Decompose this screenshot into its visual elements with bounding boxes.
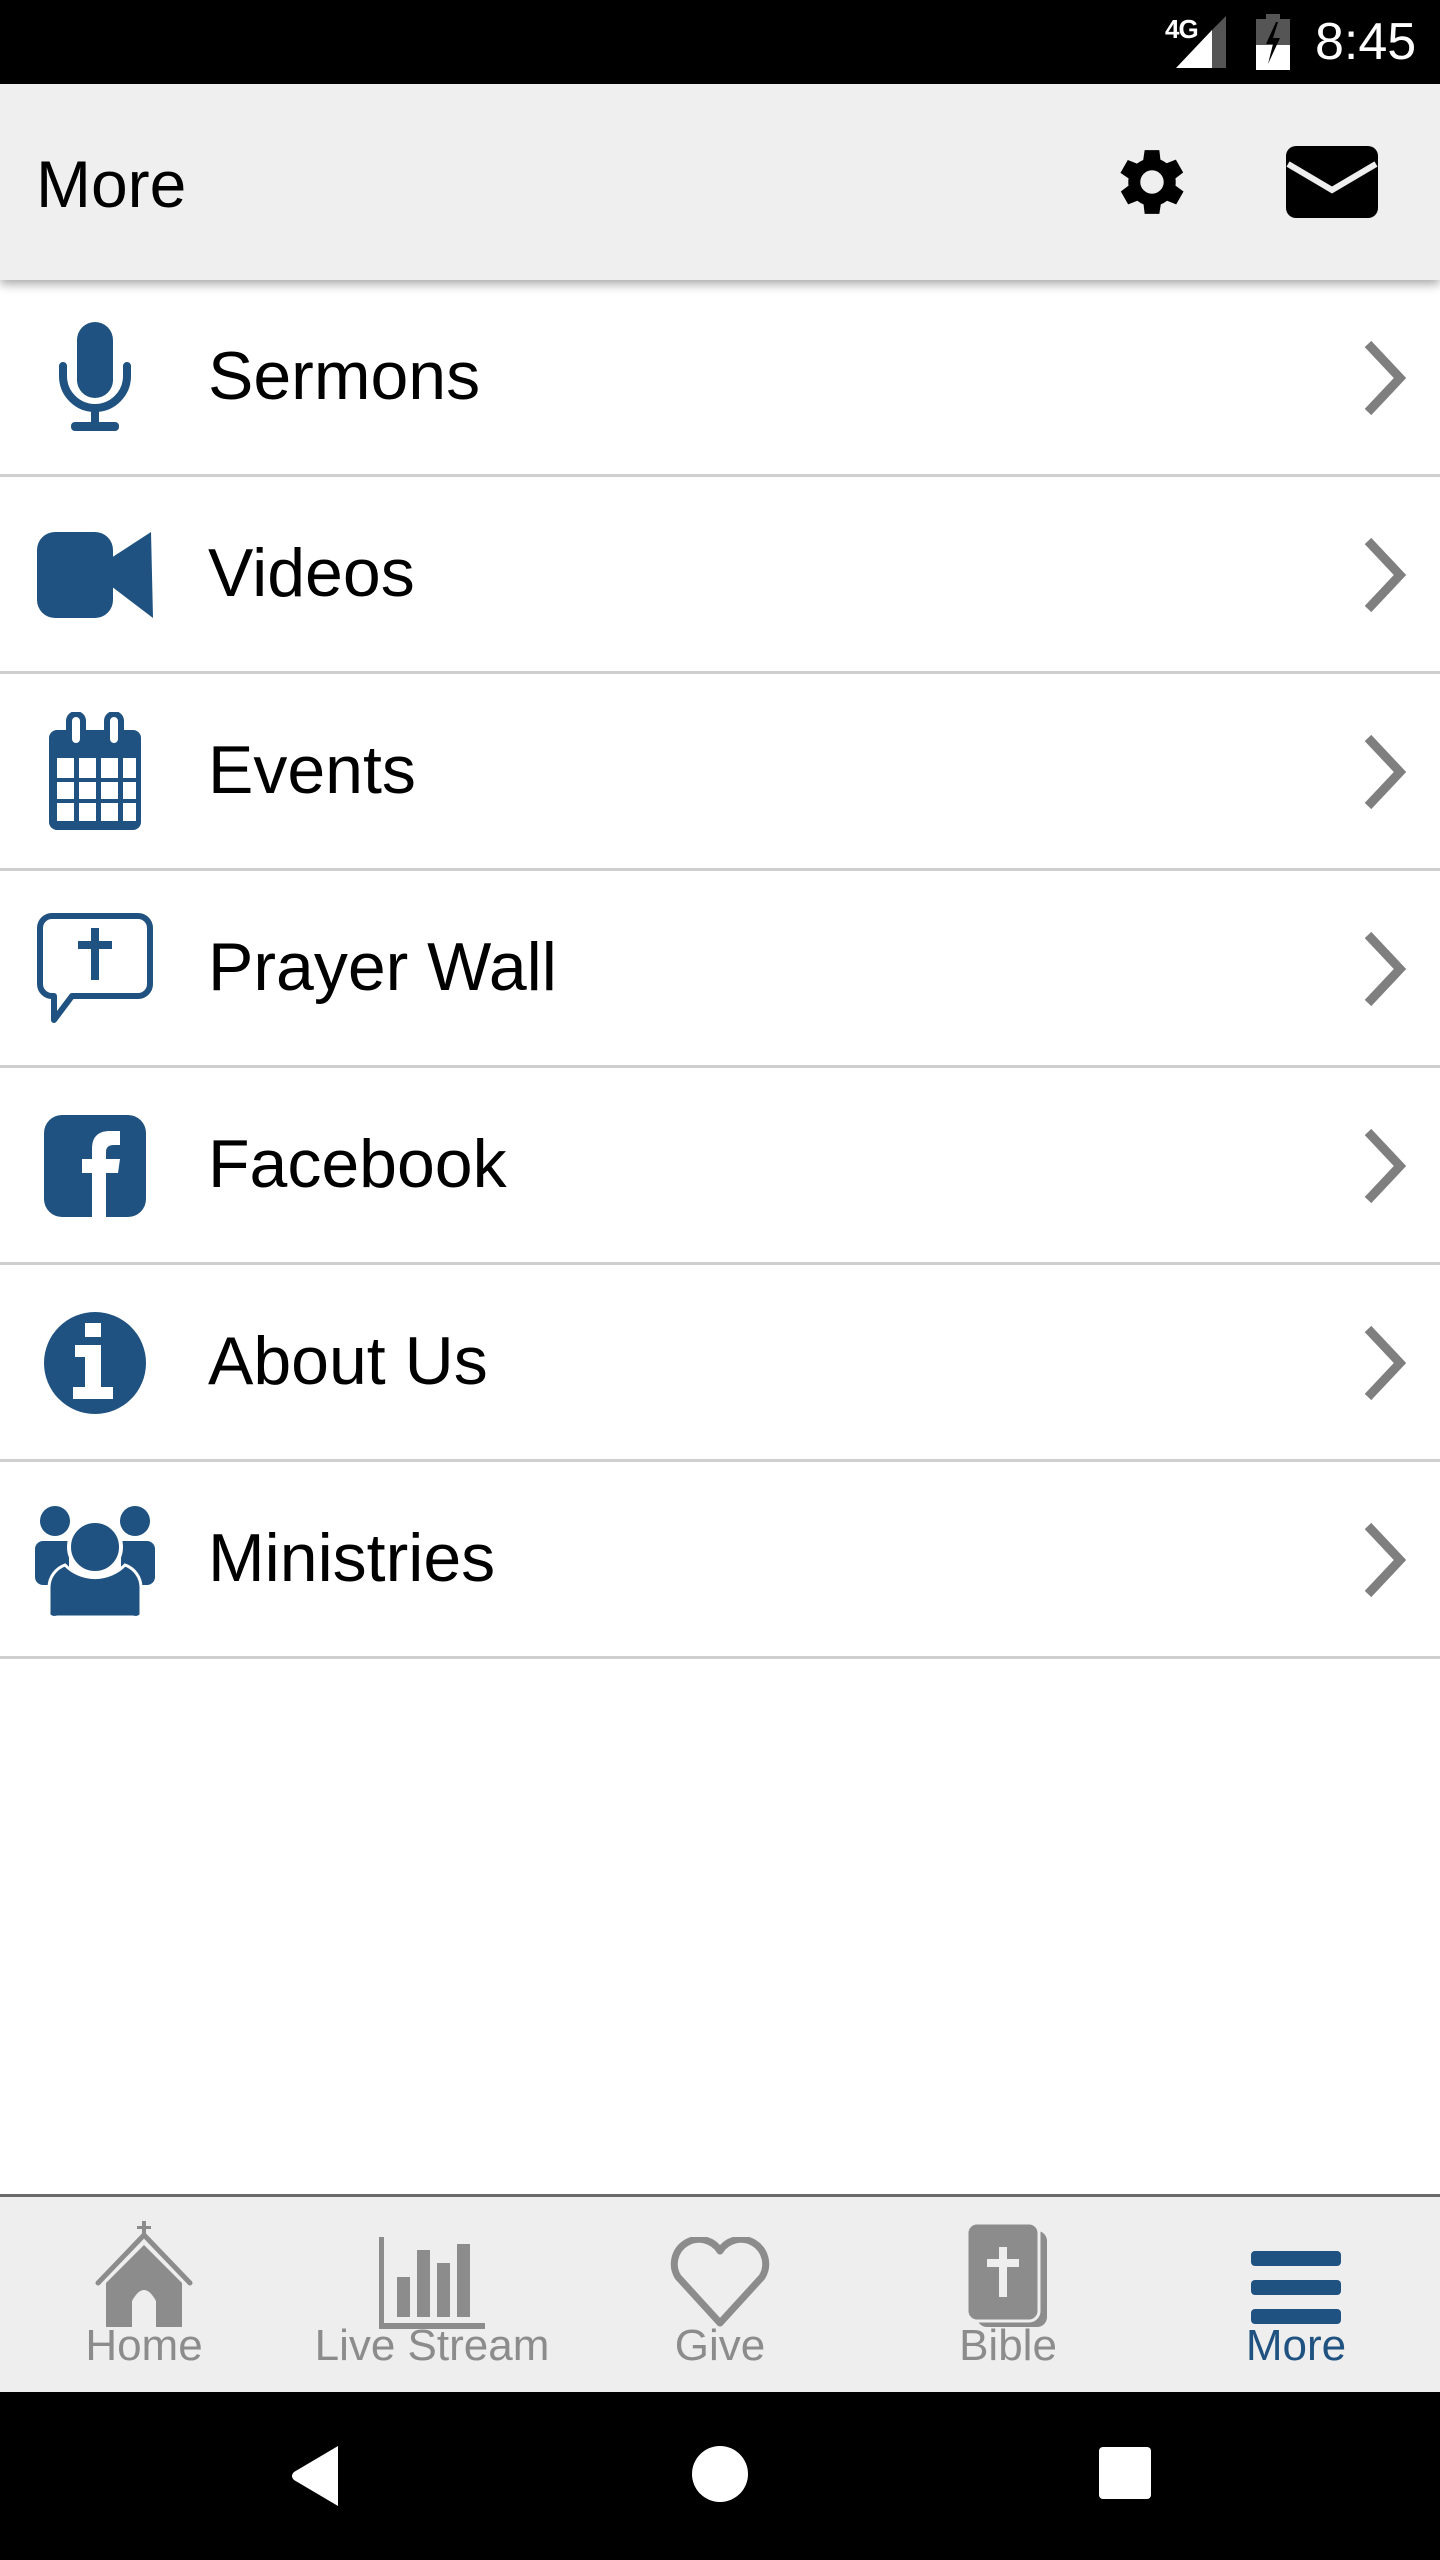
menu-item-label: Events bbox=[208, 732, 416, 808]
clock: 8:45 bbox=[1315, 13, 1417, 71]
status-bar: 4G 8:45 bbox=[0, 0, 1440, 84]
tab-label: Give bbox=[674, 2321, 766, 2370]
group-icon bbox=[35, 1506, 155, 1617]
chevron-right-icon bbox=[1364, 1128, 1407, 1204]
menu-item-sermons[interactable]: Sermons bbox=[0, 280, 1440, 477]
messages-button[interactable] bbox=[1282, 142, 1382, 222]
tab-label: Live Stream bbox=[314, 2321, 550, 2370]
chevron-right-icon bbox=[1364, 1325, 1407, 1401]
menu-item-label: Ministries bbox=[208, 1520, 496, 1596]
menu-list: Sermons Videos Events Prayer Wall Facebo… bbox=[0, 280, 1440, 1659]
chevron-right-icon bbox=[1364, 340, 1407, 416]
menu-item-label: About Us bbox=[208, 1323, 488, 1399]
tab-live-stream[interactable]: Live Stream bbox=[288, 2197, 576, 2392]
envelope-icon bbox=[1286, 146, 1378, 218]
home-circle-icon[interactable] bbox=[690, 2444, 750, 2504]
back-icon[interactable] bbox=[288, 2444, 344, 2508]
info-icon bbox=[44, 1312, 146, 1414]
chevron-right-icon bbox=[1364, 931, 1407, 1007]
menu-item-videos[interactable]: Videos bbox=[0, 477, 1440, 674]
tab-label: Bible bbox=[959, 2321, 1057, 2370]
tab-label: More bbox=[1245, 2321, 1347, 2370]
menu-item-prayer-wall[interactable]: Prayer Wall bbox=[0, 871, 1440, 1068]
bottom-nav: Home Live Stream Give Bible More bbox=[0, 2194, 1440, 2392]
microphone-icon bbox=[59, 322, 131, 431]
recents-square-icon[interactable] bbox=[1098, 2446, 1152, 2500]
menu-item-label: Facebook bbox=[208, 1126, 507, 1202]
menu-item-about-us[interactable]: About Us bbox=[0, 1265, 1440, 1462]
tab-give[interactable]: Give bbox=[576, 2197, 864, 2392]
chevron-right-icon bbox=[1364, 1522, 1407, 1598]
menu-item-label: Videos bbox=[208, 535, 415, 611]
menu-item-events[interactable]: Events bbox=[0, 674, 1440, 871]
hamburger-menu-icon bbox=[1251, 2251, 1341, 2324]
chevron-right-icon bbox=[1364, 734, 1407, 810]
bar-chart-icon bbox=[379, 2237, 485, 2329]
tab-bible[interactable]: Bible bbox=[864, 2197, 1152, 2392]
system-nav-bar bbox=[0, 2392, 1440, 2560]
calendar-icon bbox=[49, 712, 141, 830]
menu-item-facebook[interactable]: Facebook bbox=[0, 1068, 1440, 1265]
prayer-speech-bubble-icon bbox=[37, 913, 153, 1023]
church-icon bbox=[95, 2221, 193, 2327]
bible-icon bbox=[965, 2223, 1047, 2327]
menu-item-label: Prayer Wall bbox=[208, 929, 557, 1005]
tab-more[interactable]: More bbox=[1152, 2197, 1440, 2392]
gear-icon bbox=[1120, 150, 1184, 214]
settings-button[interactable] bbox=[1108, 138, 1196, 226]
app-bar: More bbox=[0, 84, 1440, 280]
chevron-right-icon bbox=[1364, 537, 1407, 613]
page-title: More bbox=[36, 147, 187, 221]
facebook-icon bbox=[44, 1115, 146, 1217]
tab-home[interactable]: Home bbox=[0, 2197, 288, 2392]
signal-icon bbox=[1176, 16, 1226, 68]
video-camera-icon bbox=[37, 532, 153, 618]
heart-icon bbox=[670, 2237, 770, 2327]
tab-label: Home bbox=[85, 2321, 203, 2370]
menu-item-ministries[interactable]: Ministries bbox=[0, 1462, 1440, 1659]
battery-charging-icon bbox=[1256, 14, 1290, 70]
menu-item-label: Sermons bbox=[208, 338, 481, 414]
